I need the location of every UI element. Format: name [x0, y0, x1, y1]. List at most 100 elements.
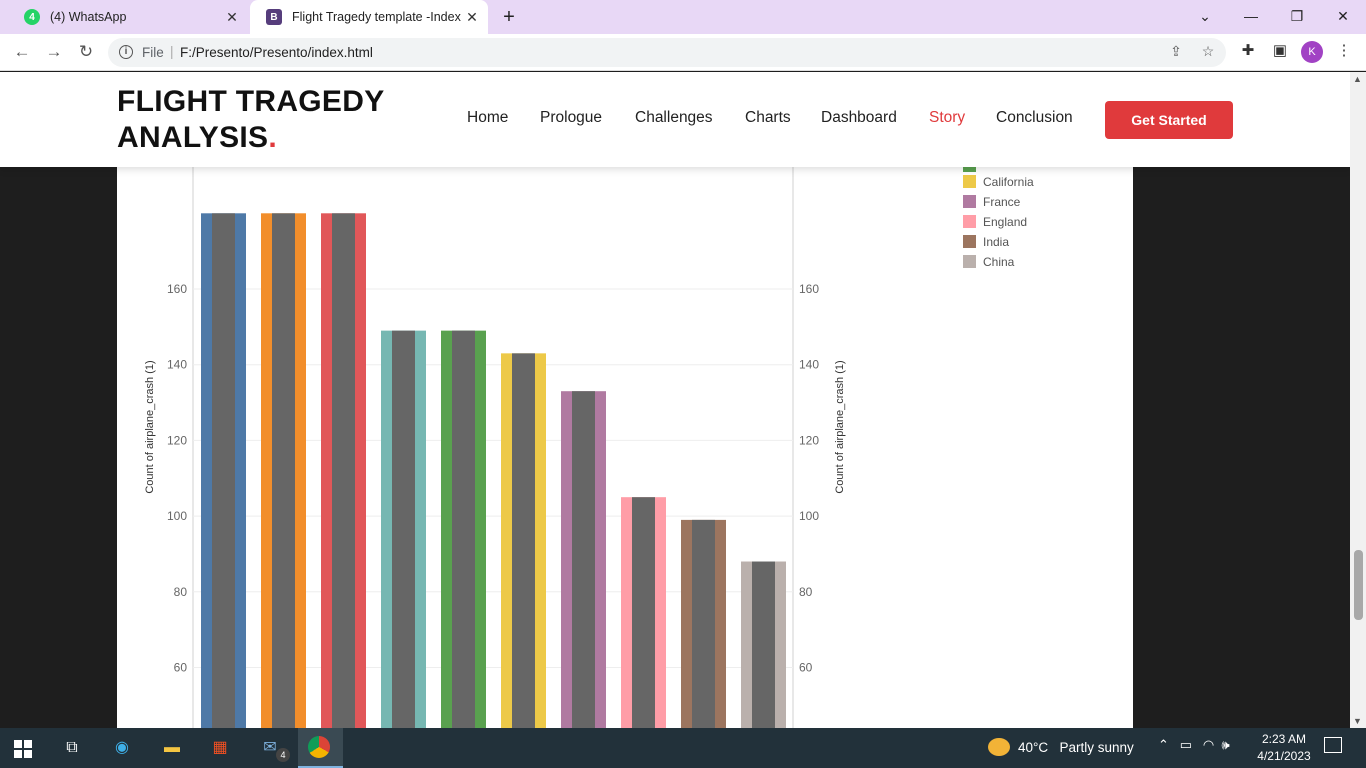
file-label: File — [142, 45, 164, 60]
bar-overlay — [692, 519, 715, 728]
nav-dashboard[interactable]: Dashboard — [821, 109, 897, 127]
bootstrap-icon: B — [266, 9, 282, 25]
info-icon[interactable]: i — [119, 45, 133, 59]
close-tab-icon[interactable]: ✕ — [464, 9, 480, 25]
edge-icon[interactable]: ◉ — [110, 736, 134, 760]
legend-item: England — [963, 215, 1027, 231]
file-explorer-icon[interactable]: ▬ — [160, 736, 184, 760]
bar-overlay — [512, 353, 535, 728]
browser-tab-strip: 4 (4) WhatsApp ✕ B Flight Tragedy templa… — [0, 0, 1366, 34]
legend-item: California — [963, 175, 1034, 191]
bar-overlay — [332, 213, 355, 728]
legend-item: China — [963, 255, 1014, 271]
tab-whatsapp[interactable]: 4 (4) WhatsApp ✕ — [8, 0, 248, 34]
tab-title: Flight Tragedy template -Index — [292, 10, 461, 24]
legend-label: China — [983, 255, 1015, 269]
chrome-taskbar-button[interactable] — [298, 728, 343, 768]
legend-label: India — [983, 235, 1010, 249]
partly-sunny-icon — [988, 738, 1010, 756]
browser-toolbar: ← → ↻ i File | F:/Presento/Presento/inde… — [0, 34, 1366, 71]
battery-icon[interactable]: ▭ — [1180, 737, 1192, 752]
scrollbar-thumb[interactable] — [1354, 550, 1363, 620]
close-window-button[interactable]: ✕ — [1330, 4, 1356, 28]
y-tick-label-right: 140 — [799, 358, 819, 372]
bar-overlay — [632, 497, 655, 728]
scroll-up-icon[interactable]: ▲ — [1353, 74, 1362, 84]
y-tick-label-left: 60 — [174, 661, 188, 675]
legend-item-partial — [963, 167, 983, 175]
page-scrollbar[interactable]: ▲ ▼ — [1350, 72, 1366, 728]
y-tick-label-left: 140 — [167, 358, 187, 372]
web-page: FLIGHT TRAGEDY ANALYSIS. Home Prologue C… — [0, 72, 1350, 728]
scroll-down-icon[interactable]: ▼ — [1353, 716, 1362, 726]
windows-taskbar: ⧉ ◉ ▬ ▦ ✉ 4 40°C Partly sunny ⌃ ▭ ◠ 🕪 2:… — [0, 728, 1366, 768]
show-hidden-icons-icon[interactable]: ⌃ — [1158, 737, 1169, 752]
logo-line-2: ANALYSIS — [117, 121, 269, 154]
taskbar-clock[interactable]: 2:23 AM 4/21/2023 — [1254, 731, 1314, 765]
y-axis-title-right: Count of airplane_crash (1) — [834, 360, 846, 493]
notifications-icon[interactable] — [1324, 737, 1342, 753]
whatsapp-icon: 4 — [24, 9, 40, 25]
legend-swatch — [963, 195, 976, 208]
legend-label: France — [983, 195, 1021, 209]
logo-line-1: FLIGHT TRAGEDY — [117, 85, 385, 118]
tab-flight-tragedy[interactable]: B Flight Tragedy template -Index ✕ — [250, 0, 488, 34]
y-tick-label-left: 80 — [174, 585, 188, 599]
nav-home[interactable]: Home — [467, 109, 508, 127]
menu-icon[interactable]: ⋮ — [1333, 41, 1355, 63]
wifi-icon[interactable]: ◠ — [1203, 737, 1214, 752]
bookmark-star-icon[interactable]: ☆ — [1198, 43, 1218, 63]
bar-overlay — [272, 213, 295, 728]
task-view-icon[interactable]: ⧉ — [60, 736, 84, 760]
y-axis-title-left: Count of airplane_crash (1) — [144, 360, 156, 493]
weather-widget[interactable]: 40°C Partly sunny — [988, 738, 1134, 756]
site-logo[interactable]: FLIGHT TRAGEDY ANALYSIS. — [117, 84, 417, 156]
url-text[interactable]: F:/Presento/Presento/index.html — [180, 45, 373, 60]
tab-search-icon[interactable]: ⌄ — [1192, 4, 1218, 28]
site-header: FLIGHT TRAGEDY ANALYSIS. Home Prologue C… — [0, 72, 1350, 167]
profile-avatar[interactable]: K — [1301, 41, 1323, 63]
legend-swatch — [963, 175, 976, 188]
new-tab-button[interactable]: + — [498, 6, 520, 28]
reload-icon[interactable]: ↻ — [74, 40, 98, 64]
crash-count-bar-chart: 404060608080100100120120140140160160Coun… — [144, 167, 846, 728]
forward-arrow-icon[interactable]: → — [42, 40, 66, 64]
y-tick-label-right: 80 — [799, 585, 813, 599]
share-icon[interactable]: ⇪ — [1166, 43, 1186, 63]
address-bar[interactable]: i File | F:/Presento/Presento/index.html… — [108, 38, 1226, 67]
close-tab-icon[interactable]: ✕ — [224, 9, 240, 25]
y-tick-label-right: 120 — [799, 433, 819, 447]
extensions-icon[interactable]: ✚ — [1237, 41, 1259, 63]
back-arrow-icon[interactable]: ← — [10, 40, 34, 64]
weather-text: Partly sunny — [1059, 740, 1134, 755]
nav-conclusion[interactable]: Conclusion — [996, 109, 1073, 127]
store-icon[interactable]: ▦ — [208, 736, 232, 760]
restore-button[interactable]: ❐ — [1284, 4, 1310, 28]
y-tick-label-right: 100 — [799, 509, 819, 523]
minimize-button[interactable]: — — [1238, 4, 1264, 28]
clock-time: 2:23 AM — [1261, 732, 1307, 746]
bar-overlay — [572, 391, 595, 728]
y-tick-label-left: 120 — [167, 433, 187, 447]
logo-dot: . — [268, 121, 277, 154]
bar-overlay — [452, 330, 475, 728]
bar-overlay — [752, 561, 775, 728]
side-panel-icon[interactable]: ▣ — [1269, 41, 1291, 63]
legend-swatch — [963, 235, 976, 248]
tab-title: (4) WhatsApp — [50, 10, 127, 24]
legend-item: India — [963, 235, 1009, 251]
nav-prologue[interactable]: Prologue — [540, 109, 602, 127]
nav-challenges[interactable]: Challenges — [635, 109, 713, 127]
system-tray: ⌃ ▭ ◠ 🕪 — [1158, 737, 1230, 753]
nav-charts[interactable]: Charts — [745, 109, 791, 127]
y-tick-label-right: 160 — [799, 282, 819, 296]
chart-panel: 404060608080100100120120140140160160Coun… — [117, 167, 1133, 728]
windows-start-icon[interactable] — [12, 736, 36, 760]
legend-item: France — [963, 195, 1020, 211]
nav-story[interactable]: Story — [929, 109, 965, 127]
volume-icon[interactable]: 🕪 — [1221, 737, 1229, 752]
clock-date: 4/21/2023 — [1257, 749, 1311, 763]
get-started-button[interactable]: Get Started — [1105, 101, 1233, 139]
legend-label: California — [983, 175, 1034, 189]
chrome-icon — [308, 736, 330, 758]
